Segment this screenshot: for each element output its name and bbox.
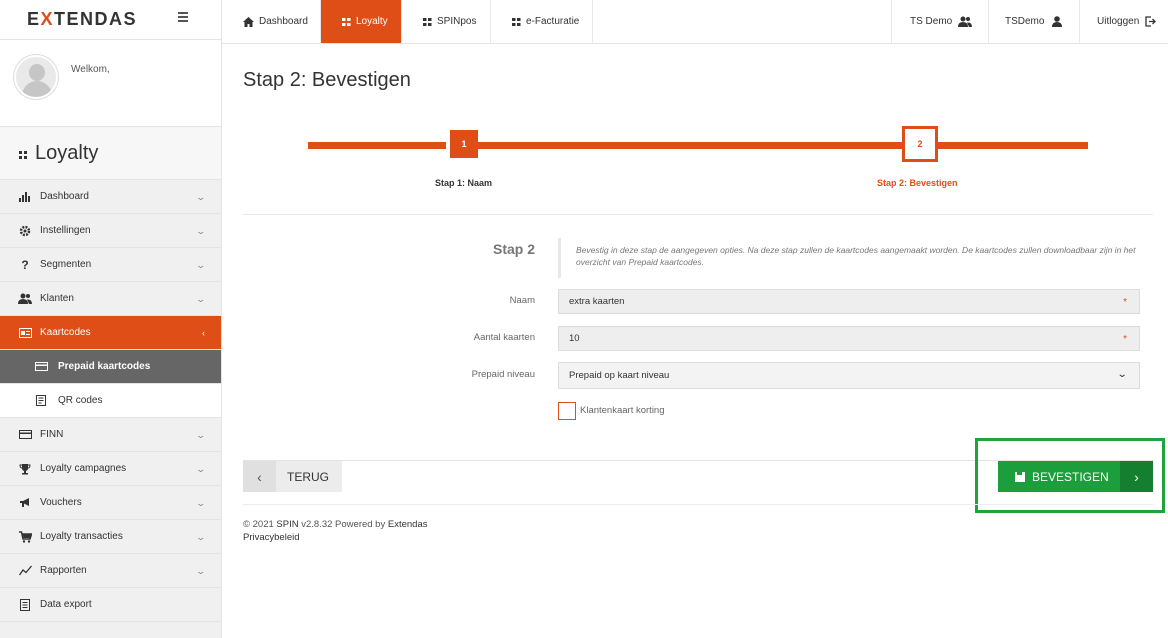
stepper-line <box>477 142 902 149</box>
logo-bar: EXTENDAS <box>0 0 221 40</box>
naam-label: Naam <box>509 295 535 306</box>
extendas-logo[interactable]: EXTENDAS <box>27 9 137 30</box>
bar-chart-icon <box>18 191 32 203</box>
tab-e-facturatie[interactable]: e-Facturatie <box>491 0 593 43</box>
grid-icon <box>512 17 521 26</box>
grid-icon <box>19 151 27 159</box>
chevron-left-icon: ‹ <box>202 328 205 338</box>
klantenkaart-korting-label[interactable]: Klantenkaart korting <box>580 405 665 416</box>
required-indicator: * <box>1123 297 1127 308</box>
chevron-down-icon: ⌄ <box>195 430 207 440</box>
top-navbar: Dashboard Loyalty SPINpos e-Facturatie T… <box>222 0 1168 44</box>
logout-icon <box>1145 16 1157 27</box>
sidebar-item-kaartcodes[interactable]: Kaartcodes ‹ <box>0 316 221 350</box>
logout-button[interactable]: Uitloggen <box>1079 0 1168 43</box>
users-icon <box>18 293 32 305</box>
tab-loyalty[interactable]: Loyalty <box>321 0 402 43</box>
hamburger-menu-icon[interactable] <box>178 12 188 24</box>
chevron-down-icon: ⌄ <box>1116 369 1128 380</box>
user-icon <box>1052 16 1063 27</box>
card-icon <box>18 327 32 339</box>
users-icon <box>958 16 973 27</box>
naam-field[interactable]: extra kaarten * <box>558 289 1140 314</box>
qr-icon <box>34 395 48 407</box>
question-icon: ? <box>21 257 29 272</box>
line-chart-icon <box>18 565 32 577</box>
privacy-link[interactable]: Privacybeleid <box>243 532 300 543</box>
step-heading: Stap 2 <box>493 241 536 257</box>
chevron-down-icon: ⌄ <box>195 260 207 270</box>
cart-icon <box>18 530 32 543</box>
sidebar: EXTENDAS Welkom, Loyalty Dashboard ⌄ Ins… <box>0 0 222 638</box>
chevron-down-icon: ⌄ <box>195 226 207 236</box>
org-switcher[interactable]: TS Demo <box>891 0 988 43</box>
sidebar-item-loyalty-transacties[interactable]: Loyalty transacties ⌄ <box>0 520 221 554</box>
sidebar-item-segmenten[interactable]: ? Segmenten ⌄ <box>0 248 221 282</box>
page-title: Stap 2: Bevestigen <box>243 69 411 91</box>
back-button[interactable]: ‹ TERUG <box>243 461 342 492</box>
trophy-icon <box>18 463 32 475</box>
required-indicator: * <box>1123 334 1127 345</box>
sidebar-item-instellingen[interactable]: Instellingen ⌄ <box>0 214 221 248</box>
sidebar-item-klanten[interactable]: Klanten ⌄ <box>0 282 221 316</box>
grid-icon <box>423 17 432 26</box>
stepper-line <box>938 142 1088 149</box>
grid-icon <box>342 17 351 26</box>
sidebar-item-dashboard[interactable]: Dashboard ⌄ <box>0 180 221 214</box>
divider <box>243 504 1153 505</box>
chevron-down-icon: ⌄ <box>195 294 207 304</box>
aantal-kaarten-label: Aantal kaarten <box>473 332 535 343</box>
gear-icon <box>18 225 32 237</box>
welcome-text: Welkom, <box>71 64 110 75</box>
tab-spinpos[interactable]: SPINpos <box>402 0 491 43</box>
tab-dashboard[interactable]: Dashboard <box>222 0 321 43</box>
chevron-down-icon: ⌄ <box>195 566 207 576</box>
step-2-indicator: 2 <box>902 126 938 162</box>
chevron-left-icon: ‹ <box>243 461 276 492</box>
stepper-line <box>308 142 446 149</box>
sidebar-item-loyalty-campagnes[interactable]: Loyalty campagnes ⌄ <box>0 452 221 486</box>
confirm-button[interactable]: BEVESTIGEN › <box>998 461 1153 492</box>
sidebar-item-prepaid-kaartcodes[interactable]: Prepaid kaartcodes <box>0 350 221 384</box>
user-menu[interactable]: TSDemo <box>988 0 1079 43</box>
aantal-kaarten-field[interactable]: 10 * <box>558 326 1140 351</box>
step-description: Bevestig in deze stap de aangegeven opti… <box>558 238 1143 278</box>
chevron-down-icon: ⌄ <box>195 192 207 202</box>
step-2-label: Stap 2: Bevestigen <box>877 178 958 188</box>
chevron-down-icon: ⌄ <box>195 532 207 542</box>
credit-card-icon <box>18 429 32 441</box>
chevron-down-icon: ⌄ <box>195 464 207 474</box>
sidebar-item-vouchers[interactable]: Vouchers ⌄ <box>0 486 221 520</box>
profile-panel: Welkom, <box>0 40 221 127</box>
divider <box>243 214 1153 215</box>
sidebar-item-qr-codes[interactable]: QR codes <box>0 384 221 418</box>
megaphone-icon <box>18 497 32 509</box>
avatar <box>14 55 58 99</box>
step-1-label: Stap 1: Naam <box>435 178 493 188</box>
copyright: © 2021 SPIN v2.8.32 Powered by Extendas … <box>243 519 428 544</box>
prepaid-niveau-select[interactable]: Prepaid op kaart niveau ⌄ <box>558 362 1140 389</box>
klantenkaart-korting-checkbox[interactable] <box>558 402 576 420</box>
home-icon <box>243 16 254 27</box>
chevron-down-icon: ⌄ <box>195 498 207 508</box>
product-name: SPIN <box>276 519 299 530</box>
save-icon <box>1015 471 1025 482</box>
sidebar-item-data-export[interactable]: Data export <box>0 588 221 622</box>
document-icon <box>18 598 32 611</box>
credit-card-icon <box>34 361 48 373</box>
module-title: Loyalty <box>0 127 221 180</box>
company-link[interactable]: Extendas <box>388 519 428 530</box>
chevron-right-icon: › <box>1120 461 1153 492</box>
step-1-indicator[interactable]: 1 <box>450 130 478 158</box>
sidebar-item-finn[interactable]: FINN ⌄ <box>0 418 221 452</box>
prepaid-niveau-label: Prepaid niveau <box>471 369 535 380</box>
sidebar-item-rapporten[interactable]: Rapporten ⌄ <box>0 554 221 588</box>
